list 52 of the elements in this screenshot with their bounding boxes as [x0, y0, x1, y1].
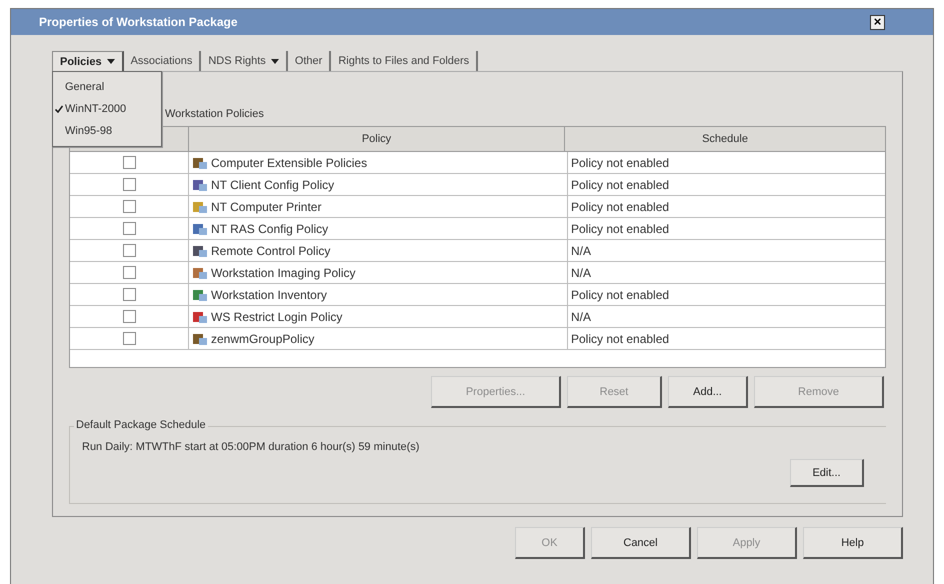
group-label: Default Package Schedule: [74, 419, 208, 431]
policy-icon: [192, 332, 208, 346]
policy-icon: [192, 288, 208, 302]
table-button[interactable]: Add...: [668, 376, 748, 408]
table-cell: Workstation Imaging Policy: [211, 266, 356, 280]
table-cell: Workstation Inventory: [211, 288, 327, 302]
checkbox[interactable]: [122, 266, 136, 279]
checkbox[interactable]: [122, 244, 136, 257]
table-cell: Computer Extensible Policies: [211, 156, 368, 170]
checkbox[interactable]: [122, 288, 136, 301]
tab[interactable]: Policies: [52, 51, 124, 71]
checkbox[interactable]: [122, 156, 136, 169]
table-cell: Policy not enabled: [571, 200, 670, 214]
column-header[interactable]: Schedule: [565, 127, 885, 151]
policy-icon: [192, 200, 208, 214]
schedule-text: Run Daily: MTWThF start at 05:00PM duration 6 hour(s) 59 minute(s): [82, 441, 420, 453]
policy-icon: [192, 266, 208, 280]
check-icon: [55, 105, 63, 113]
checkbox[interactable]: [122, 310, 136, 323]
table-cell: WS Restrict Login Policy: [211, 310, 342, 324]
checkbox[interactable]: [122, 222, 136, 235]
table-cell: N/A: [571, 266, 592, 280]
table-cell: zenwmGroupPolicy: [211, 332, 314, 346]
table-cell: Policy not enabled: [571, 332, 670, 346]
window-title: Properties of Workstation Package: [39, 15, 238, 29]
policy-icon: [192, 244, 208, 258]
group-label: Workstation Policies: [165, 108, 264, 122]
checkbox[interactable]: [122, 200, 136, 213]
menu-item[interactable]: General: [53, 76, 161, 98]
table-cell: Policy not enabled: [571, 156, 670, 170]
policy-icon: [192, 156, 208, 170]
table-cell: N/A: [571, 310, 592, 324]
table-cell: NT RAS Config Policy: [211, 222, 328, 236]
table-cell: Policy not enabled: [571, 222, 670, 236]
dialog-button[interactable]: Cancel: [591, 527, 691, 559]
menu-item[interactable]: Win95-98: [53, 120, 161, 142]
table-cell: NT Computer Printer: [211, 200, 322, 214]
table-cell: Remote Control Policy: [211, 244, 330, 258]
table-cell: NT Client Config Policy: [211, 178, 334, 192]
table-cell: Policy not enabled: [571, 288, 670, 302]
table-cell: Policy not enabled: [571, 178, 670, 192]
checkbox[interactable]: [122, 178, 136, 191]
dialog-button[interactable]: Help: [803, 527, 903, 559]
menu-item[interactable]: WinNT-2000: [53, 98, 161, 120]
policy-icon: [192, 178, 208, 192]
policy-icon: [192, 310, 208, 324]
close-button[interactable]: ×: [870, 14, 885, 30]
column-header[interactable]: Policy: [189, 127, 565, 151]
policy-icon: [192, 222, 208, 236]
checkbox[interactable]: [122, 332, 136, 345]
edit-button[interactable]: Edit...: [790, 459, 864, 487]
table-cell: N/A: [571, 244, 592, 258]
